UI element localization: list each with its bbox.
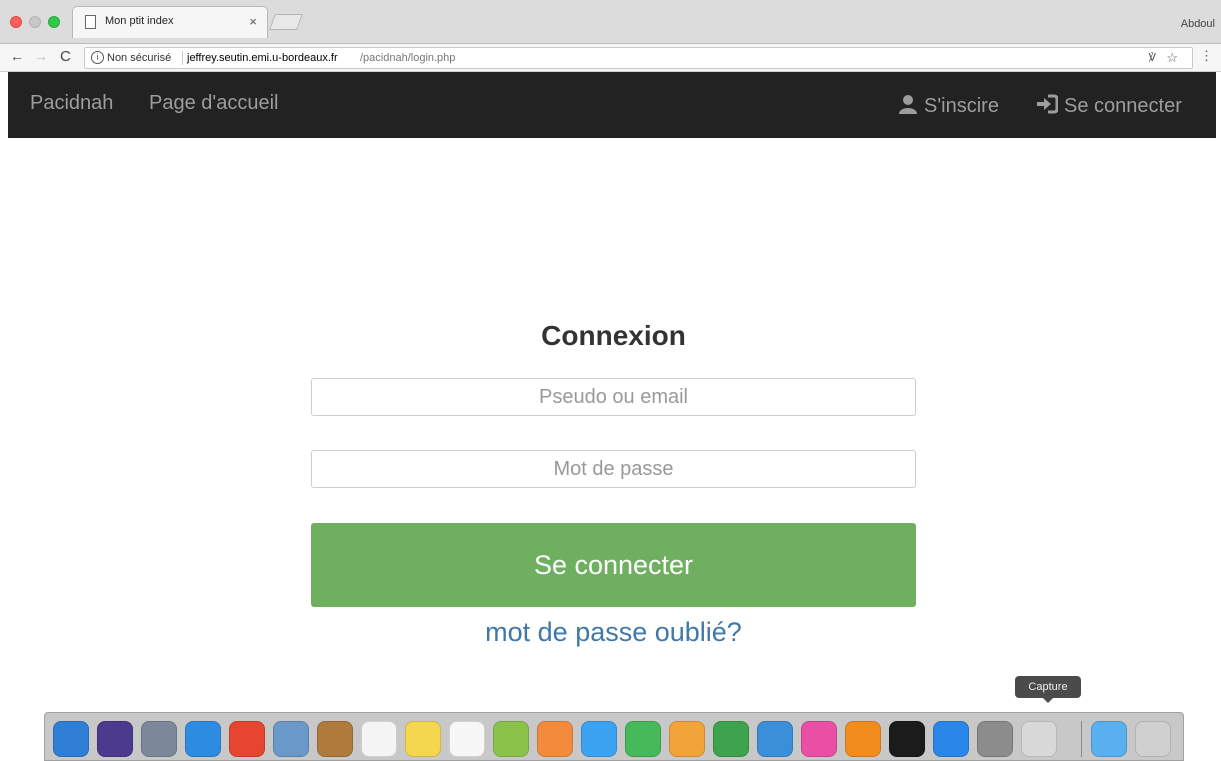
reload-icon[interactable]: C xyxy=(60,48,71,65)
back-arrow-icon[interactable]: ← xyxy=(10,48,24,64)
window-minimize-button[interactable] xyxy=(29,16,41,28)
terminal-icon[interactable] xyxy=(889,721,925,757)
signup-label: S'inscire xyxy=(924,95,999,117)
address-bar[interactable]: i Non sécurisé jeffrey.seutin.emi.u-bord… xyxy=(84,47,1193,69)
key-icon[interactable]: ℣ xyxy=(1148,51,1156,64)
contacts-icon[interactable] xyxy=(317,721,353,757)
launchpad-icon[interactable] xyxy=(141,721,177,757)
url-host[interactable]: jeffrey.seutin.emi.u-bordeaux.fr xyxy=(187,52,338,64)
signup-link[interactable]: S'inscire xyxy=(898,94,999,118)
login-label: Se connecter xyxy=(1064,95,1182,117)
photos-icon[interactable] xyxy=(537,721,573,757)
ibooks-icon[interactable] xyxy=(845,721,881,757)
dock-tooltip: Capture xyxy=(1015,676,1081,698)
password-input[interactable] xyxy=(311,450,916,488)
screenshot-icon[interactable] xyxy=(1021,721,1057,757)
app-store-icon[interactable] xyxy=(933,721,969,757)
chrome-icon[interactable] xyxy=(229,721,265,757)
keynote-icon[interactable] xyxy=(757,721,793,757)
new-tab-button[interactable] xyxy=(269,14,303,30)
screen: Mon ptit index × Abdoul ← → C i Non sécu… xyxy=(0,0,1221,761)
notes-icon[interactable] xyxy=(405,721,441,757)
itunes-icon[interactable] xyxy=(801,721,837,757)
system-preferences-icon[interactable] xyxy=(977,721,1013,757)
browser-menu-icon[interactable]: ⋮ xyxy=(1200,48,1213,64)
home-link[interactable]: Page d'accueil xyxy=(149,92,278,115)
tab-close-icon[interactable]: × xyxy=(249,14,257,29)
pages-icon[interactable] xyxy=(669,721,705,757)
preview-icon[interactable] xyxy=(273,721,309,757)
security-label[interactable]: Non sécurisé xyxy=(107,52,171,64)
downloads-folder-icon[interactable] xyxy=(1091,721,1127,757)
safari-icon[interactable] xyxy=(185,721,221,757)
info-icon[interactable]: i xyxy=(91,51,104,64)
bookmark-star-icon[interactable]: ☆ xyxy=(1166,50,1178,66)
login-title: Connexion xyxy=(541,320,686,351)
siri-icon[interactable] xyxy=(97,721,133,757)
maps-icon[interactable] xyxy=(493,721,529,757)
log-in-icon xyxy=(1037,94,1058,114)
dock-separator xyxy=(1081,721,1082,757)
forward-arrow-icon[interactable]: → xyxy=(34,48,48,64)
forgot-password-link[interactable]: mot de passe oublié? xyxy=(311,617,916,648)
login-link[interactable]: Se connecter xyxy=(1036,94,1182,118)
trash-icon[interactable] xyxy=(1135,721,1171,757)
brand-link[interactable]: Pacidnah xyxy=(30,92,113,115)
browser-toolbar: ← → C i Non sécurisé jeffrey.seutin.emi.… xyxy=(0,44,1221,72)
calendar-icon[interactable] xyxy=(361,721,397,757)
page-icon xyxy=(85,15,96,29)
browser-tab[interactable]: Mon ptit index × xyxy=(72,6,268,38)
profile-name[interactable]: Abdoul xyxy=(1181,18,1215,30)
messages-icon[interactable] xyxy=(581,721,617,757)
site-navbar: Pacidnah Page d'accueil S'inscire Se con… xyxy=(8,72,1216,138)
dock-tooltip-arrow xyxy=(1042,697,1054,703)
numbers-icon[interactable] xyxy=(713,721,749,757)
macos-dock xyxy=(44,712,1184,761)
window-maximize-button[interactable] xyxy=(48,16,60,28)
user-icon xyxy=(899,95,917,114)
login-submit-button[interactable]: Se connecter xyxy=(311,523,916,607)
url-separator xyxy=(182,51,183,65)
browser-tab-strip: Mon ptit index × Abdoul xyxy=(0,0,1221,44)
facetime-icon[interactable] xyxy=(625,721,661,757)
username-input[interactable] xyxy=(311,378,916,416)
window-close-button[interactable] xyxy=(10,16,22,28)
tab-title: Mon ptit index xyxy=(105,15,174,27)
url-path[interactable]: /pacidnah/login.php xyxy=(360,52,455,64)
reminders-icon[interactable] xyxy=(449,721,485,757)
finder-icon[interactable] xyxy=(53,721,89,757)
